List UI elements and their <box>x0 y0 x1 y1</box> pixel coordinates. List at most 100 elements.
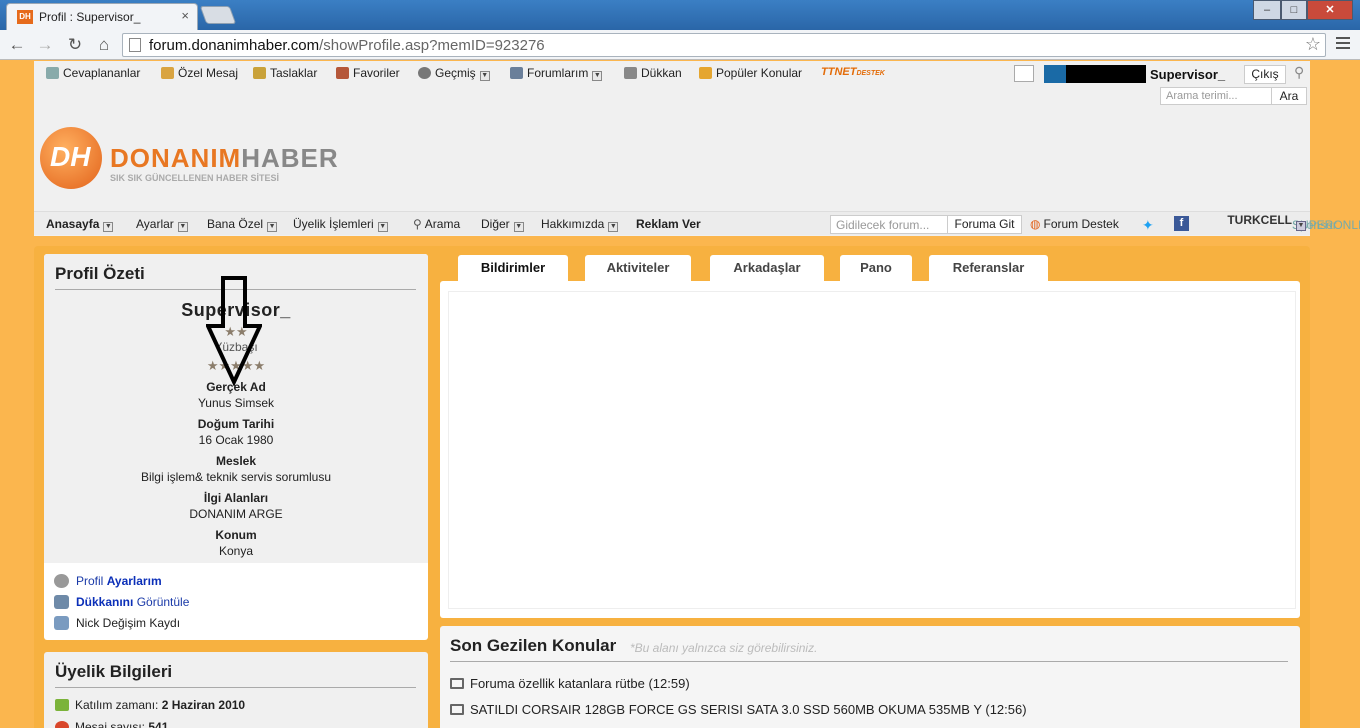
field-label-birthdate: Doğum Tarihi <box>197 417 275 431</box>
nick-history-link[interactable]: Nick Değişim Kaydı <box>54 616 189 637</box>
top-link-populer-konular[interactable]: Popüler Konular <box>699 66 802 80</box>
chevron-down-icon[interactable]: ▼ <box>479 71 490 81</box>
link-text: Nick Değişim Kaydı <box>76 616 181 630</box>
sponsor-dropdown[interactable]: ▼ <box>1292 216 1306 231</box>
field-value-profession: Bilgi işlem& teknik servis sorumlusu <box>140 470 332 484</box>
pin-icon[interactable]: ⚲ <box>1294 64 1304 81</box>
top-link-label: Forumlarım <box>527 66 589 80</box>
chevron-down-icon[interactable]: ▼ <box>103 222 114 232</box>
page-icon <box>129 38 141 52</box>
profile-tabs: Bildirimler Aktiviteler Arkadaşlar Pano … <box>440 254 1300 618</box>
reload-icon[interactable]: ↻ <box>64 35 86 55</box>
recent-topic-item[interactable]: SATILDI CORSAIR 128GB FORCE GS SERISI SA… <box>450 702 1027 717</box>
nav-arama[interactable]: ⚲ Arama <box>413 217 460 231</box>
monitor-icon <box>450 678 464 689</box>
forward-arrow-icon[interactable]: → <box>34 35 56 55</box>
new-tab-button[interactable] <box>199 6 237 24</box>
username[interactable]: Supervisor_ <box>1150 67 1225 82</box>
field-value-birthdate: 16 Ocak 1980 <box>198 433 274 447</box>
forum-destek-link[interactable]: ◍ Forum Destek <box>1030 217 1119 231</box>
top-link-favoriler[interactable]: Favoriler <box>336 66 400 80</box>
top-link-dukkan[interactable]: Dükkan <box>624 66 682 80</box>
nav-label: Hakkımızda <box>541 217 605 231</box>
history-icon <box>418 67 431 79</box>
tv-icon[interactable] <box>1014 65 1034 82</box>
nav-ayarlar[interactable]: Ayarlar ▼ <box>136 217 188 232</box>
top-link-cevaplananlar[interactable]: Cevaplananlar <box>46 66 140 80</box>
link-bold: Ayarlarım <box>106 574 162 588</box>
tab-arkadaslar[interactable]: Arkadaşlar <box>710 255 824 281</box>
chart-icon <box>699 67 712 79</box>
window-minimize-button[interactable]: – <box>1253 0 1281 20</box>
top-link-ozel-mesaj[interactable]: Özel Mesaj <box>161 66 238 80</box>
tab-bildirimler[interactable]: Bildirimler <box>458 255 568 281</box>
facebook-icon[interactable]: f <box>1174 216 1189 231</box>
profile-links: Profil Ayarlarım Dükkanını Görüntüle Nic… <box>54 574 189 637</box>
join-label: Katılım zamanı: <box>75 698 159 712</box>
chevron-down-icon[interactable]: ▼ <box>513 222 524 232</box>
url-text[interactable]: forum.donanimhaber.com/showProfile.asp?m… <box>149 37 545 54</box>
avatar[interactable] <box>1044 65 1066 83</box>
twitter-icon[interactable]: ✦ <box>1142 217 1154 234</box>
site-favicon-icon: DH <box>17 10 33 24</box>
chevron-down-icon[interactable]: ▼ <box>592 71 603 81</box>
chevron-down-icon[interactable]: ▼ <box>1296 221 1306 231</box>
nav-label: Üyelik İşlemleri <box>293 217 374 231</box>
tab-panel <box>440 281 1300 618</box>
nav-bana-ozel[interactable]: Bana Özel ▼ <box>207 217 278 232</box>
chrome-menu-icon[interactable] <box>1336 37 1350 52</box>
forum-go-button[interactable]: Foruma Git <box>948 215 1022 234</box>
search-button[interactable]: Ara <box>1272 87 1307 105</box>
field-label-profession: Meslek <box>215 454 257 468</box>
bookmark-star-icon[interactable]: ☆ <box>1305 34 1321 55</box>
logout-button[interactable]: Çıkış <box>1244 65 1286 84</box>
profile-settings-link[interactable]: Profil Ayarlarım <box>54 574 189 595</box>
nav-label: Bana Özel <box>207 217 264 231</box>
divider <box>450 661 1288 662</box>
ttnet-destek-link[interactable]: TTNETDESTEK <box>821 66 885 78</box>
home-icon[interactable]: ⌂ <box>93 35 115 55</box>
chevron-down-icon[interactable]: ▼ <box>377 222 388 232</box>
window-maximize-button[interactable]: □ <box>1281 0 1307 20</box>
tab-pano[interactable]: Pano <box>840 255 912 281</box>
nav-uyelik-islemleri[interactable]: Üyelik İşlemleri ▼ <box>293 217 388 232</box>
arrow-right-icon <box>55 699 69 711</box>
panel-title: Son Gezilen Konular <box>450 636 617 655</box>
window-close-button[interactable]: ✕ <box>1307 0 1353 20</box>
top-link-label: Favoriler <box>353 66 400 80</box>
forum-destek-label: Forum Destek <box>1043 217 1119 231</box>
nav-reklam-ver[interactable]: Reklam Ver <box>636 217 701 231</box>
posts-label: Mesaj sayısı: <box>75 720 146 728</box>
top-link-forumlarim[interactable]: Forumlarım ▼ <box>510 66 603 81</box>
site-logo[interactable]: DH DONANIMHABER SIK SIK GÜNCELLENEN HABE… <box>40 123 338 195</box>
tab-close-icon[interactable]: × <box>181 8 189 23</box>
panel-title: Üyelik Bilgileri <box>55 662 173 681</box>
top-link-gecmis[interactable]: Geçmiş ▼ <box>418 66 490 81</box>
logo-second: HABER <box>241 143 339 173</box>
back-arrow-icon[interactable]: ← <box>6 35 28 55</box>
recent-topic-item[interactable]: Foruma özellik katanlara rütbe (12:59) <box>450 676 690 691</box>
url-path: /showProfile.asp?memID=923276 <box>319 37 545 54</box>
nav-diger[interactable]: Diğer ▼ <box>481 217 524 232</box>
annotation-arrow-icon <box>206 276 262 386</box>
url-host: forum.donanimhaber.com <box>149 37 320 54</box>
search-input[interactable]: Arama terimi... <box>1160 87 1272 105</box>
browser-tab-active[interactable]: DH Profil : Supervisor_ × <box>6 3 198 30</box>
tab-referanslar[interactable]: Referanslar <box>929 255 1048 281</box>
reply-icon <box>46 67 59 79</box>
chevron-down-icon[interactable]: ▼ <box>177 222 188 232</box>
top-link-label: Taslaklar <box>270 66 318 80</box>
top-link-taslaklar[interactable]: Taslaklar <box>253 66 317 80</box>
window-titlebar: DH Profil : Supervisor_ × – □ ✕ <box>0 0 1360 30</box>
tab-aktiviteler[interactable]: Aktiviteler <box>585 255 691 281</box>
recent-topics-panel: Son Gezilen Konular *Bu alanı yalnızca s… <box>440 626 1300 728</box>
forum-search-input[interactable]: Gidilecek forum... <box>830 215 948 234</box>
address-bar[interactable]: forum.donanimhaber.com/showProfile.asp?m… <box>122 33 1326 57</box>
chevron-down-icon[interactable]: ▼ <box>267 222 278 232</box>
cart-icon <box>624 67 637 79</box>
nav-hakkimizda[interactable]: Hakkımızda ▼ <box>541 217 619 232</box>
view-shop-link[interactable]: Dükkanını Görüntüle <box>54 595 189 616</box>
sponsor-logo[interactable]: TURKCELL Sponsor SUPERONLINE <box>1200 213 1360 232</box>
nav-anasayfa[interactable]: Anasayfa ▼ <box>46 217 114 232</box>
chevron-down-icon[interactable]: ▼ <box>608 222 619 232</box>
